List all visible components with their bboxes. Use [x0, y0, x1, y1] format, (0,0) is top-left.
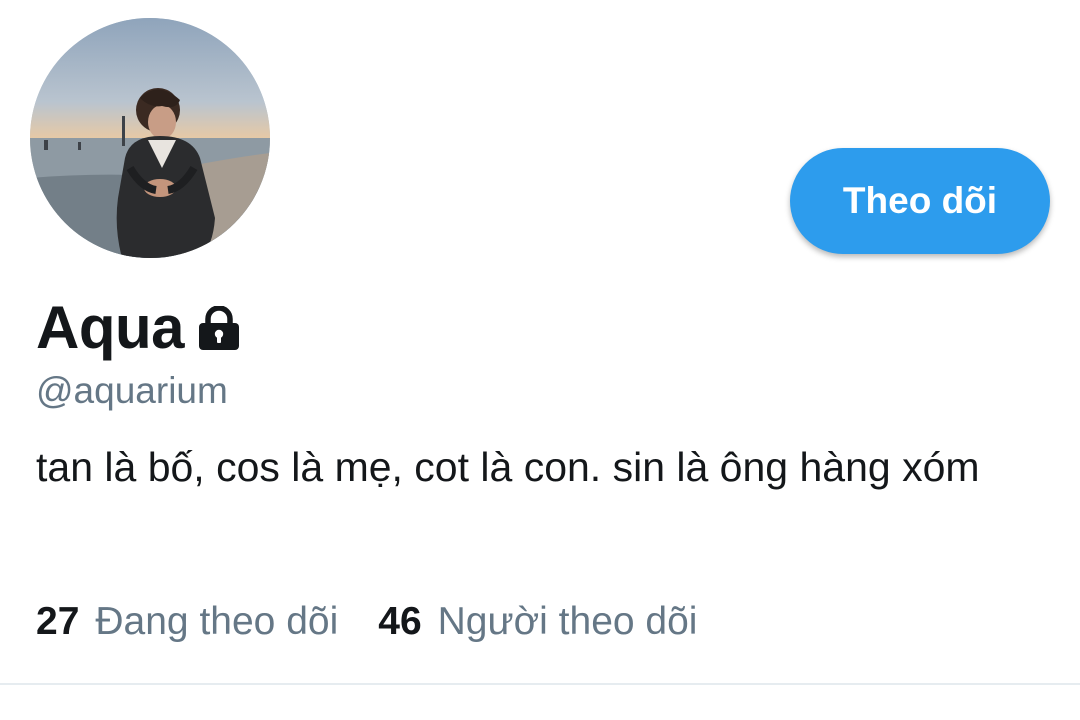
divider: [0, 683, 1080, 685]
avatar-photo: [30, 18, 270, 258]
name-row: Aqua: [36, 292, 242, 362]
followers-label: Người theo dõi: [437, 600, 698, 643]
profile-stats: 27 Đang theo dõi 46 Người theo dõi: [36, 600, 737, 644]
follow-button[interactable]: Theo dõi: [790, 148, 1050, 254]
profile-bio: tan là bố, cos là mẹ, cot là con. sin là…: [36, 444, 980, 490]
display-name: Aqua: [36, 293, 185, 361]
following-label: Đang theo dõi: [95, 600, 339, 643]
following-count: 27: [36, 600, 80, 643]
following-stat[interactable]: 27 Đang theo dõi: [36, 600, 338, 644]
followers-stat[interactable]: 46 Người theo dõi: [378, 600, 697, 644]
avatar[interactable]: [30, 18, 270, 258]
followers-count: 46: [378, 600, 422, 643]
lock-icon: [196, 304, 242, 355]
profile-handle: @aquarium: [36, 370, 228, 411]
